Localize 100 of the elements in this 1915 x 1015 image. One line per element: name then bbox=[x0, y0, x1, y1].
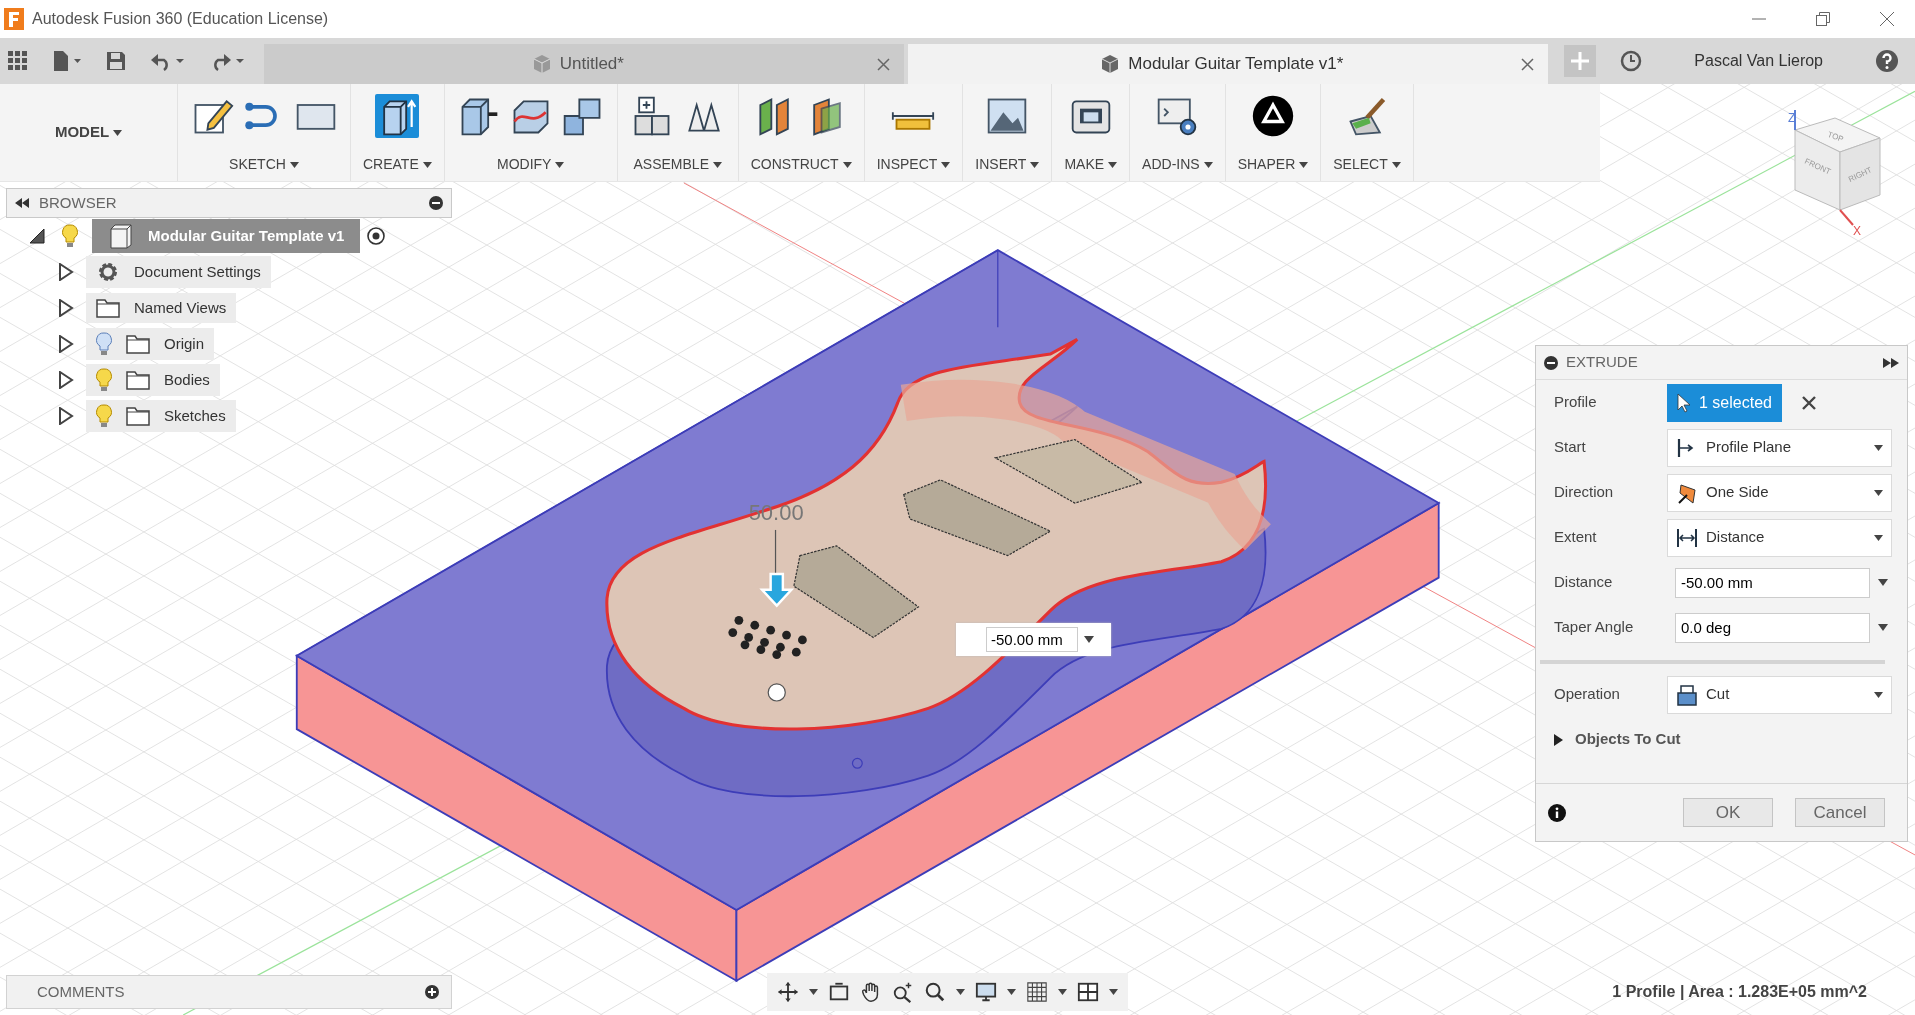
field-label: Operation bbox=[1554, 684, 1621, 705]
orbit-icon[interactable] bbox=[777, 981, 799, 1003]
clear-selection-icon[interactable] bbox=[1801, 395, 1816, 410]
panel-title: COMMENTS bbox=[37, 981, 126, 1002]
cursor-icon bbox=[1677, 392, 1691, 413]
field-label: Taper Angle bbox=[1554, 617, 1635, 638]
triangle-circle-icon[interactable] bbox=[1250, 94, 1295, 138]
caret-icon bbox=[1874, 444, 1883, 451]
zoom-icon[interactable] bbox=[892, 981, 914, 1003]
document-tab[interactable]: Untitled* bbox=[264, 44, 905, 84]
distance-input[interactable]: -50.00 mm bbox=[986, 627, 1078, 652]
close-icon[interactable] bbox=[1879, 11, 1895, 27]
dropdown[interactable]: One Side bbox=[1667, 473, 1892, 512]
tree-item[interactable]: Named Views bbox=[86, 292, 237, 324]
window-title: Autodesk Fusion 360 (Education License) bbox=[32, 9, 329, 29]
field-label: Direction bbox=[1554, 482, 1615, 503]
tree-item[interactable]: Document Settings bbox=[86, 256, 271, 288]
workspace-dropdown[interactable]: MODEL bbox=[54, 121, 123, 144]
info-icon[interactable] bbox=[1548, 803, 1566, 822]
grid-icon[interactable] bbox=[1026, 981, 1048, 1003]
tree-item[interactable]: Sketches bbox=[86, 400, 236, 432]
toolbar-menu[interactable]: INSPECT bbox=[876, 154, 951, 175]
text-field[interactable]: -50.00 mm bbox=[1675, 567, 1870, 598]
restore-icon[interactable] bbox=[1815, 11, 1831, 27]
caret-icon bbox=[1391, 161, 1401, 168]
light-bulb-icon[interactable] bbox=[96, 404, 112, 428]
toolbar-menu[interactable]: SELECT bbox=[1333, 154, 1401, 175]
panel-title: BROWSER bbox=[39, 192, 118, 213]
cut-box-icon bbox=[1676, 683, 1698, 706]
app-logo-icon bbox=[4, 8, 24, 30]
toolbar-menu[interactable]: SKETCH bbox=[229, 154, 299, 175]
apps-grid-icon[interactable] bbox=[8, 51, 28, 71]
tree-item[interactable]: Bodies bbox=[86, 364, 220, 396]
dropdown-caret-icon[interactable] bbox=[1878, 579, 1888, 586]
distance-icon bbox=[1676, 526, 1698, 549]
clock-icon[interactable] bbox=[1620, 50, 1643, 72]
save-icon[interactable] bbox=[106, 51, 126, 71]
collapse-icon[interactable] bbox=[15, 198, 29, 208]
text-field[interactable]: 0.0 deg bbox=[1675, 612, 1870, 643]
viewports-icon[interactable] bbox=[1077, 981, 1099, 1003]
target-icon[interactable] bbox=[366, 226, 387, 246]
caret-icon bbox=[809, 989, 818, 995]
caret-icon bbox=[555, 161, 565, 168]
expand-icon[interactable] bbox=[1883, 357, 1899, 368]
expand-triangle-icon[interactable] bbox=[58, 371, 74, 389]
light-bulb-icon[interactable] bbox=[96, 332, 112, 356]
toolbar-menu[interactable]: ASSEMBLE bbox=[633, 154, 722, 175]
status-text: 1 Profile | Area : 1.283E+05 mm^2 bbox=[1612, 982, 1867, 1002]
dropdown-caret-icon[interactable] bbox=[1084, 636, 1094, 643]
toolbar-menu[interactable]: INSERT bbox=[975, 154, 1040, 175]
help-icon[interactable] bbox=[1875, 49, 1899, 73]
cube-icon bbox=[531, 54, 552, 74]
toolbar-menu[interactable]: SHAPER bbox=[1237, 154, 1309, 175]
toolbar-menu[interactable]: ADD-INS bbox=[1142, 154, 1213, 175]
file-icon[interactable] bbox=[52, 50, 82, 72]
expand-triangle-icon[interactable] bbox=[58, 335, 74, 353]
caret-icon bbox=[1030, 161, 1040, 168]
component-box-icon bbox=[108, 223, 134, 249]
folder-icon bbox=[126, 334, 150, 354]
expand-triangle-icon[interactable] bbox=[58, 407, 74, 425]
cancel-button[interactable]: Cancel bbox=[1795, 798, 1885, 827]
add-comment-icon[interactable] bbox=[425, 985, 439, 999]
direction-icon bbox=[1676, 481, 1698, 504]
light-bulb-icon[interactable] bbox=[96, 368, 112, 392]
tree-item[interactable]: Origin bbox=[86, 328, 214, 360]
folder-icon bbox=[126, 370, 150, 390]
expand-triangle-icon[interactable] bbox=[58, 263, 74, 281]
toolbar-menu[interactable]: CREATE bbox=[363, 154, 432, 175]
tab-close-icon[interactable] bbox=[1521, 57, 1535, 71]
model-drawing[interactable] bbox=[294, 249, 1441, 983]
gear-icon[interactable] bbox=[96, 260, 120, 284]
toolbar-menu[interactable]: MAKE bbox=[1064, 154, 1118, 175]
undo-icon[interactable] bbox=[150, 51, 186, 71]
tab-close-icon[interactable] bbox=[877, 57, 891, 71]
caret-icon bbox=[1058, 989, 1067, 995]
user-name[interactable]: Pascal Van Lierop bbox=[1694, 49, 1823, 73]
minus-circle-icon[interactable] bbox=[1544, 355, 1558, 370]
ok-button[interactable]: OK bbox=[1683, 798, 1773, 827]
toolbar-menu[interactable]: CONSTRUCT bbox=[750, 154, 852, 175]
caret-icon bbox=[1874, 691, 1883, 698]
section-toggle[interactable]: Objects To Cut bbox=[1536, 717, 1693, 762]
caret-icon bbox=[289, 161, 299, 168]
arrow-handle[interactable] bbox=[759, 572, 795, 608]
document-tab[interactable]: Modular Guitar Template v1* bbox=[908, 44, 1549, 84]
collapse-triangle-icon[interactable] bbox=[28, 227, 46, 245]
cube-icon bbox=[1100, 54, 1121, 74]
expand-triangle-icon[interactable] bbox=[58, 299, 74, 317]
field-label: Extent bbox=[1554, 527, 1598, 548]
dropdown[interactable]: Cut bbox=[1667, 675, 1892, 714]
dropdown[interactable]: Profile Plane bbox=[1667, 428, 1892, 467]
dropdown-caret-icon[interactable] bbox=[1878, 624, 1888, 631]
look-at-icon[interactable] bbox=[828, 981, 850, 1003]
folder-icon bbox=[126, 406, 150, 426]
minus-circle-icon[interactable] bbox=[429, 196, 443, 210]
light-bulb-icon[interactable] bbox=[62, 224, 78, 248]
dropdown[interactable]: Distance bbox=[1667, 518, 1892, 557]
display-icon[interactable] bbox=[975, 981, 997, 1003]
toolbar-menu[interactable]: MODIFY bbox=[497, 154, 565, 175]
selection-button[interactable]: 1 selected bbox=[1667, 383, 1782, 422]
zoom-window-icon[interactable] bbox=[924, 981, 946, 1003]
